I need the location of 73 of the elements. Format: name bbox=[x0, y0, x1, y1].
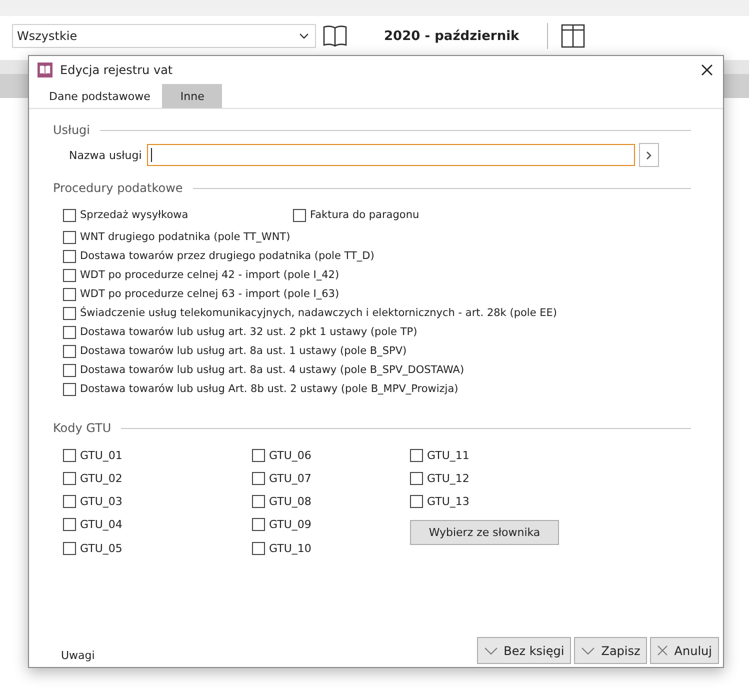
checkbox[interactable] bbox=[252, 518, 265, 532]
checkbox[interactable] bbox=[63, 326, 76, 338]
checkbox-label: Dostawa towarów przez drugiego podatnika (pole TT_D) bbox=[80, 250, 374, 262]
columns-icon[interactable] bbox=[560, 23, 586, 49]
checkbox-label: WNT drugiego podatnika (pole TT_WNT) bbox=[80, 231, 290, 243]
checkbox[interactable] bbox=[63, 208, 76, 222]
checkbox-label: GTU_03 bbox=[80, 495, 122, 508]
checkbox[interactable] bbox=[63, 448, 76, 462]
checkbox-label: GTU_08 bbox=[269, 495, 312, 508]
checkbox-label: WDT po procedurze celnej 42 - import (pole I_42) bbox=[80, 269, 340, 281]
chevron-down-icon bbox=[299, 33, 309, 39]
choose-from-dictionary-button[interactable]: Wybierz ze słownika bbox=[410, 520, 559, 545]
checkbox[interactable] bbox=[63, 518, 76, 532]
field-label: Nazwa usługi bbox=[69, 148, 142, 162]
checkbox-label: GTU_06 bbox=[269, 448, 312, 462]
checkbox[interactable] bbox=[252, 495, 265, 508]
checkbox[interactable] bbox=[63, 364, 76, 376]
tab[interactable]: Inne bbox=[162, 84, 222, 108]
footer-button[interactable]: Anuluj bbox=[650, 637, 719, 664]
section-heading: Kody GTU bbox=[53, 421, 112, 435]
checkbox-label: GTU_09 bbox=[269, 518, 312, 532]
notes-link[interactable]: Uwagi bbox=[61, 649, 95, 662]
service-name-field[interactable] bbox=[146, 144, 635, 166]
checkbox[interactable] bbox=[63, 495, 76, 508]
checkbox-label: Świadczenie usług telekomunikacyjnych, nadawczych i elektornicznych - art. 28k (pole EE) bbox=[80, 307, 557, 319]
book-icon[interactable] bbox=[322, 24, 348, 48]
select-button[interactable] bbox=[638, 143, 659, 167]
filter-dropdown[interactable]: Wszystkie bbox=[12, 24, 316, 48]
checkbox[interactable] bbox=[410, 472, 423, 485]
checkbox[interactable] bbox=[410, 495, 423, 508]
checkbox-label: GTU_01 bbox=[80, 448, 122, 462]
checkbox-label: Faktura do paragonu bbox=[310, 209, 420, 221]
checkbox-label: GTU_04 bbox=[80, 518, 122, 532]
close-icon[interactable] bbox=[701, 64, 713, 76]
checkbox[interactable] bbox=[252, 472, 265, 485]
checkbox-label: GTU_13 bbox=[427, 495, 470, 508]
checkbox[interactable] bbox=[63, 344, 76, 358]
checkbox-label: GTU_12 bbox=[427, 472, 470, 485]
checkbox[interactable] bbox=[252, 542, 265, 555]
close-icon bbox=[657, 645, 668, 656]
checkbox[interactable] bbox=[410, 448, 423, 462]
checkbox[interactable] bbox=[63, 382, 76, 396]
chevron-right-icon bbox=[646, 150, 652, 160]
footer-button[interactable]: Bez księgi bbox=[476, 637, 572, 664]
footer-button[interactable]: Zapisz bbox=[574, 637, 648, 664]
checkbox-label: Sprzedaż wysyłkowa bbox=[80, 209, 188, 221]
checkbox-label: Dostawa towarów lub usług art. 32 ust. 2 pkt 1 ustawy (pole TP) bbox=[80, 326, 418, 338]
checkbox-label: GTU_07 bbox=[269, 472, 312, 485]
checkbox-label: Dostawa towarów lub usług Art. 8b ust. 2 ustawy (pole B_MPV_Prowizja) bbox=[80, 383, 458, 395]
period-label: 2020 - październik bbox=[384, 28, 520, 44]
book-icon bbox=[37, 62, 53, 78]
chevron-down-icon bbox=[484, 646, 498, 654]
checkbox[interactable] bbox=[63, 306, 76, 320]
checkbox[interactable] bbox=[63, 268, 76, 282]
checkbox[interactable] bbox=[252, 448, 265, 462]
checkbox[interactable] bbox=[63, 288, 76, 300]
checkbox-label: Dostawa towarów lub usług art. 8a ust. 1 ustawy (pole B_SPV) bbox=[80, 345, 407, 357]
checkbox-label: WDT po procedurze celnej 63 - import (pole I_63) bbox=[80, 288, 340, 300]
checkbox-label: GTU_10 bbox=[269, 542, 312, 555]
checkbox[interactable] bbox=[63, 472, 76, 485]
checkbox[interactable] bbox=[63, 250, 76, 262]
section-heading: Procedury podatkowe bbox=[53, 181, 183, 195]
checkbox[interactable] bbox=[63, 230, 76, 244]
window-title: Edycja rejestru vat bbox=[60, 63, 174, 77]
checkbox-label: GTU_02 bbox=[80, 472, 122, 485]
checkbox-label: GTU_11 bbox=[427, 448, 470, 462]
checkbox[interactable] bbox=[293, 208, 306, 222]
chevron-down-icon bbox=[581, 646, 596, 654]
checkbox[interactable] bbox=[63, 542, 76, 555]
section-heading: Usługi bbox=[53, 123, 90, 137]
checkbox-label: Dostawa towarów lub usług art. 8a ust. 4 ustawy (pole B_SPV_DOSTAWA) bbox=[80, 364, 464, 376]
checkbox-label: GTU_05 bbox=[80, 542, 122, 555]
tab[interactable]: Dane podstawowe bbox=[37, 84, 162, 108]
